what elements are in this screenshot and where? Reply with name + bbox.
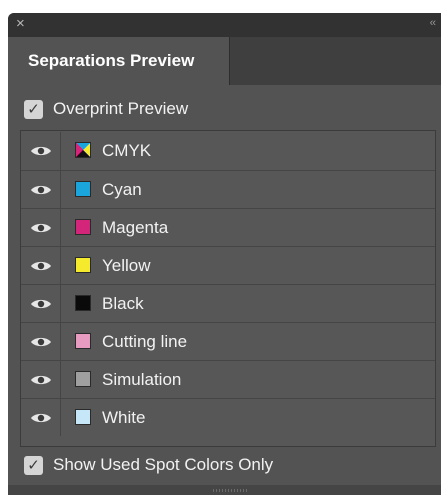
- color-swatch: [75, 371, 91, 387]
- show-used-spot-colors-checkbox[interactable]: ✓: [24, 455, 43, 475]
- separation-label: Simulation: [102, 370, 182, 389]
- tab-separations-preview[interactable]: Separations Preview: [8, 37, 230, 85]
- visibility-toggle[interactable]: [21, 285, 61, 322]
- visibility-toggle[interactable]: [21, 323, 61, 360]
- eye-icon: [31, 375, 51, 385]
- separation-row[interactable]: Cyan: [21, 170, 435, 208]
- separation-row[interactable]: Yellow: [21, 246, 435, 284]
- overprint-preview-checkbox-row[interactable]: ✓ Overprint Preview: [24, 96, 188, 122]
- separation-label: White: [102, 408, 146, 427]
- eye-icon: [31, 146, 51, 156]
- eye-icon: [31, 299, 51, 309]
- separation-row[interactable]: Black: [21, 284, 435, 322]
- visibility-toggle[interactable]: [21, 361, 61, 398]
- separation-label: Cyan: [102, 180, 142, 199]
- visibility-toggle[interactable]: [21, 132, 61, 170]
- eye-icon: [31, 185, 51, 195]
- overprint-preview-label: Overprint Preview: [53, 99, 189, 118]
- visibility-toggle[interactable]: [21, 399, 61, 436]
- panel-title-bar: × ‹‹: [8, 13, 441, 37]
- collapse-panel-icon[interactable]: ‹‹: [430, 17, 436, 29]
- resize-grip[interactable]: [213, 489, 249, 492]
- color-swatch: [75, 333, 91, 349]
- close-icon[interactable]: ×: [16, 16, 25, 31]
- show-used-spot-colors-checkbox-row[interactable]: ✓ Show Used Spot Colors Only: [24, 452, 273, 478]
- visibility-toggle[interactable]: [21, 171, 61, 208]
- color-swatch: [75, 295, 91, 311]
- separation-label: Black: [102, 294, 144, 313]
- color-swatch: [75, 409, 91, 425]
- color-swatch: [75, 257, 91, 273]
- eye-icon: [31, 413, 51, 423]
- separation-row[interactable]: CMYK: [21, 132, 435, 170]
- show-used-spot-colors-label: Show Used Spot Colors Only: [53, 455, 274, 474]
- separation-label: Cutting line: [102, 332, 188, 351]
- eye-icon: [31, 223, 51, 233]
- separation-label: Yellow: [102, 256, 151, 275]
- color-swatch: [75, 219, 91, 235]
- eye-icon: [31, 337, 51, 347]
- cmyk-composite-swatch-icon: [75, 142, 91, 158]
- visibility-toggle[interactable]: [21, 209, 61, 246]
- separation-label: Magenta: [102, 218, 169, 237]
- color-swatch: [75, 181, 91, 197]
- separation-row[interactable]: Simulation: [21, 360, 435, 398]
- separations-list: CMYK Cyan Magenta Yellow Black Cutting line Si…: [20, 130, 436, 447]
- visibility-toggle[interactable]: [21, 247, 61, 284]
- separation-row[interactable]: Cutting line: [21, 322, 435, 360]
- overprint-preview-checkbox[interactable]: ✓: [24, 99, 43, 119]
- separation-row[interactable]: White: [21, 398, 435, 436]
- tab-label: Separations Preview: [28, 51, 195, 70]
- separation-row[interactable]: Magenta: [21, 208, 435, 246]
- separation-label: CMYK: [102, 141, 152, 160]
- separations-preview-panel: × ‹‹ Separations Preview ✓ Overprint Pre…: [8, 13, 441, 495]
- eye-icon: [31, 261, 51, 271]
